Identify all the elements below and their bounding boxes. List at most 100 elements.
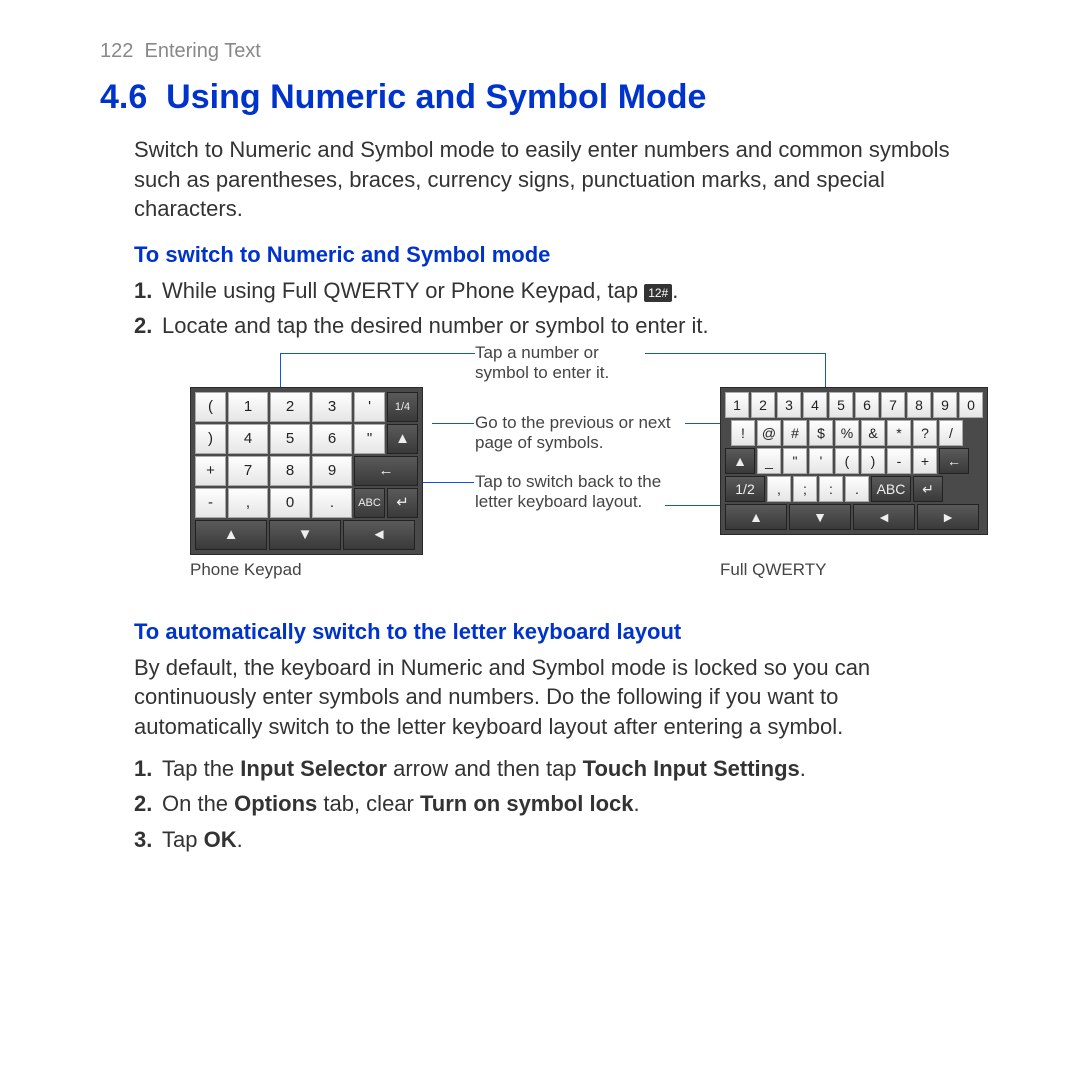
key-2[interactable]: 2 [270, 392, 310, 422]
section-title: 4.6 Using Numeric and Symbol Mode [100, 75, 990, 121]
key-plus[interactable]: + [195, 456, 226, 486]
s1d: Touch Input Settings [583, 756, 800, 781]
page-number: 122 [100, 40, 133, 62]
q-key-semi[interactable]: ; [793, 476, 817, 502]
chapter-name: Entering Text [145, 40, 261, 62]
q-key-comma[interactable]: , [767, 476, 791, 502]
q-key-page-up-icon[interactable]: ▲ [725, 448, 755, 474]
key-backspace-icon[interactable]: ← [354, 456, 418, 486]
key-0[interactable]: 0 [270, 488, 310, 518]
key-abc[interactable]: ABC [354, 488, 385, 518]
callout-enter: Tap a number or symbol to enter it. [475, 343, 645, 384]
s1b: Input Selector [240, 756, 387, 781]
q-key-enter-icon[interactable]: ↵ [913, 476, 943, 502]
q-key-8[interactable]: 8 [907, 392, 931, 418]
step-number: 2. [134, 311, 152, 341]
q-key-colon[interactable]: : [819, 476, 843, 502]
step-2: 2. Locate and tap the desired number or … [134, 311, 990, 341]
mode-switch-key-icon: 12# [644, 284, 672, 302]
step-1-text-post: . [672, 278, 678, 303]
subhead-switch: To switch to Numeric and Symbol mode [134, 240, 990, 270]
q-key-2[interactable]: 2 [751, 392, 775, 418]
key-enter-icon[interactable]: ↵ [387, 488, 418, 518]
q-key-plus[interactable]: + [913, 448, 937, 474]
q-key-1[interactable]: 1 [725, 392, 749, 418]
key-8[interactable]: 8 [270, 456, 310, 486]
q-key-squote[interactable]: ' [809, 448, 833, 474]
key-4[interactable]: 4 [228, 424, 268, 454]
q-key-rparen[interactable]: ) [861, 448, 885, 474]
q-key-minus[interactable]: - [887, 448, 911, 474]
key-page-up[interactable]: ▲ [387, 424, 418, 454]
s3a: Tap [162, 827, 204, 852]
step-number: 2. [134, 789, 152, 819]
q-key-excl[interactable]: ! [731, 420, 755, 446]
key-6[interactable]: 6 [312, 424, 352, 454]
q-key-3[interactable]: 3 [777, 392, 801, 418]
s3b: OK [204, 827, 237, 852]
step-number: 1. [134, 276, 152, 306]
key-page-indicator[interactable]: 1/4 [387, 392, 418, 422]
q-key-4[interactable]: 4 [803, 392, 827, 418]
q-key-backspace-icon[interactable]: ← [939, 448, 969, 474]
s2e: . [634, 791, 640, 816]
s3c: . [237, 827, 243, 852]
q-key-hash[interactable]: # [783, 420, 807, 446]
callout-abc: Tap to switch back to the letter keyboar… [475, 472, 665, 513]
key-comma[interactable]: , [228, 488, 268, 518]
q-key-slash[interactable]: / [939, 420, 963, 446]
q-key-page-indicator[interactable]: 1/2 [725, 476, 765, 502]
s2a: On the [162, 791, 234, 816]
key-minus[interactable]: - [195, 488, 226, 518]
auto-step-2: 2. On the Options tab, clear Turn on sym… [134, 789, 990, 819]
phone-keypad: ( 1 2 3 ' 1/4 ) 4 5 6 " ▲ + 7 8 9 ← - , … [190, 387, 423, 555]
q-key-9[interactable]: 9 [933, 392, 957, 418]
s2b: Options [234, 791, 317, 816]
key-5[interactable]: 5 [270, 424, 310, 454]
q-key-abc[interactable]: ABC [871, 476, 911, 502]
section-number: 4.6 [100, 78, 147, 116]
key-nav-down-icon[interactable]: ▼ [269, 520, 341, 550]
q-key-5[interactable]: 5 [829, 392, 853, 418]
callout-page: Go to the previous or next page of symbo… [475, 413, 685, 454]
q-key-nav-right-icon[interactable]: ► [917, 504, 979, 530]
q-key-period[interactable]: . [845, 476, 869, 502]
s1c: arrow and then tap [387, 756, 583, 781]
q-key-nav-left-icon[interactable]: ◄ [853, 504, 915, 530]
key-nav-up-icon[interactable]: ▲ [195, 520, 267, 550]
key-rparen[interactable]: ) [195, 424, 226, 454]
key-period[interactable]: . [312, 488, 352, 518]
q-key-question[interactable]: ? [913, 420, 937, 446]
auto-step-3: 3. Tap OK. [134, 825, 990, 855]
q-key-6[interactable]: 6 [855, 392, 879, 418]
q-key-at[interactable]: @ [757, 420, 781, 446]
q-key-0[interactable]: 0 [959, 392, 983, 418]
q-key-under[interactable]: _ [757, 448, 781, 474]
leader [645, 353, 825, 354]
qwerty-keypad: 1 2 3 4 5 6 7 8 9 0 ! @ # $ % & * ? / ▲ … [720, 387, 988, 535]
q-key-percent[interactable]: % [835, 420, 859, 446]
q-key-nav-down-icon[interactable]: ▼ [789, 504, 851, 530]
key-9[interactable]: 9 [312, 456, 352, 486]
key-nav-left-icon[interactable]: ◄ [343, 520, 415, 550]
key-7[interactable]: 7 [228, 456, 268, 486]
q-key-dollar[interactable]: $ [809, 420, 833, 446]
q-key-star[interactable]: * [887, 420, 911, 446]
leader [280, 353, 475, 354]
step-1: 1. While using Full QWERTY or Phone Keyp… [134, 276, 990, 306]
key-lparen[interactable]: ( [195, 392, 226, 422]
step-2-text: Locate and tap the desired number or sym… [162, 313, 709, 338]
q-key-lparen[interactable]: ( [835, 448, 859, 474]
key-3[interactable]: 3 [312, 392, 352, 422]
key-quote[interactable]: " [354, 424, 385, 454]
key-1[interactable]: 1 [228, 392, 268, 422]
page-header: 122 Entering Text [100, 38, 990, 65]
s1a: Tap the [162, 756, 240, 781]
steps-list-2: 1. Tap the Input Selector arrow and then… [134, 754, 990, 855]
q-key-dquote[interactable]: " [783, 448, 807, 474]
q-key-7[interactable]: 7 [881, 392, 905, 418]
q-key-nav-up-icon[interactable]: ▲ [725, 504, 787, 530]
q-key-amp[interactable]: & [861, 420, 885, 446]
key-apos[interactable]: ' [354, 392, 385, 422]
subhead-auto: To automatically switch to the letter ke… [134, 617, 990, 647]
